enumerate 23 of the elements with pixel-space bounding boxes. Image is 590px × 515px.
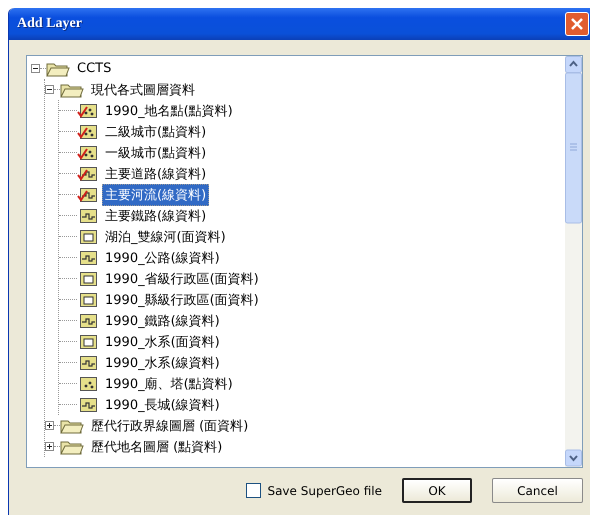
tree-item[interactable]: 主要鐵路(線資料) [102, 204, 210, 226]
tree-item[interactable]: 1990_水系(線資料) [102, 352, 223, 374]
tree-item[interactable]: 1990_長城(線資料) [102, 394, 223, 416]
tree-item[interactable]: CCTS [74, 59, 114, 78]
dialog-button[interactable]: OK [402, 478, 472, 503]
tree-item[interactable]: 主要道路(線資料) [102, 162, 210, 184]
tree-item[interactable]: 一級城市(點資料) [102, 142, 210, 164]
tree-item[interactable]: 二級城市(點資料) [102, 120, 210, 142]
tree-item[interactable]: 1990_省級行政區(面資料) [102, 268, 262, 290]
tree-item[interactable]: 1990_水系(面資料) [102, 330, 223, 352]
tree-item[interactable]: 主要河流(線資料) [102, 184, 210, 206]
tree-item[interactable]: 現代各式圖層資料 [88, 78, 198, 100]
tree-item[interactable]: 歷代地名圖層 (點資料) [88, 436, 226, 458]
tree-item[interactable]: 1990_廟、塔(點資料) [102, 372, 236, 394]
window-title: Add Layer [17, 16, 82, 32]
checkbox-label: Save SuperGeo file [267, 484, 382, 498]
tree-item[interactable]: 1990_縣級行政區(面資料) [102, 288, 262, 310]
tree-item[interactable]: 1990_公路(線資料) [102, 246, 223, 268]
tree-item[interactable]: 1990_地名點(點資料) [102, 100, 236, 122]
tree-item[interactable]: 歷代行政界線圖層 (面資料) [88, 414, 252, 436]
tree-item[interactable]: 湖泊_雙線河(面資料) [102, 226, 229, 248]
tree-item[interactable]: 1990_鐵路(線資料) [102, 310, 223, 332]
dialog-button[interactable]: Cancel [492, 478, 583, 503]
